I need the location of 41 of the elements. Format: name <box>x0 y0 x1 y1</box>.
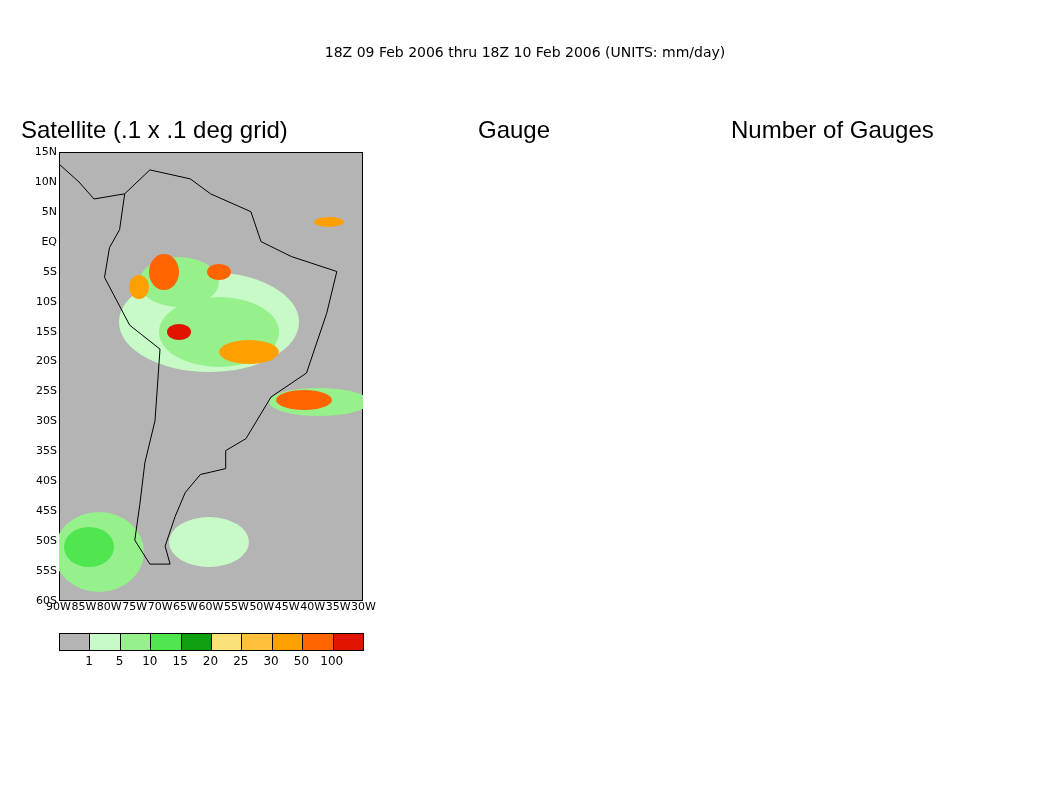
latitude-label: 35S <box>36 445 57 458</box>
latitude-label: 45S <box>36 505 57 518</box>
latitude-label: 5S <box>43 265 57 278</box>
latitude-label: 25S <box>36 385 57 398</box>
longitude-label: 35W <box>325 601 351 615</box>
longitude-label: 90W <box>46 601 71 615</box>
longitude-label: 45W <box>274 601 300 615</box>
latitude-label: 10N <box>34 175 57 188</box>
longitude-label: 50W <box>249 601 275 615</box>
latitude-label: 10S <box>36 295 57 308</box>
color-scale-label: 20 <box>201 654 220 668</box>
latitude-label: 55S <box>36 564 57 577</box>
longitude-label: 60W <box>198 601 224 615</box>
chart-title: 18Z 09 Feb 2006 thru 18Z 10 Feb 2006 (UNITS: mm/day) <box>323 44 727 60</box>
color-scale-label: 10 <box>141 654 159 668</box>
color-scale-label: 50 <box>292 654 311 668</box>
latitude-label: 15N <box>34 146 57 158</box>
color-scale-label: 5 <box>114 654 125 668</box>
color-scale-label: 100 <box>319 654 345 668</box>
longitude-label: 85W <box>71 601 97 615</box>
longitude-label: 65W <box>173 601 198 615</box>
longitude-label: 40W <box>300 601 326 615</box>
panel-heading: Satellite (.1 x .1 deg grid) <box>21 116 288 145</box>
latitude-label: 15S <box>36 325 57 338</box>
longitude-label: 55W <box>223 601 249 615</box>
color-scale-label: 1 <box>84 654 94 668</box>
longitude-label: 75W <box>122 601 148 615</box>
longitude-label: 30W <box>351 601 376 615</box>
panel-heading: Gauge <box>478 116 551 145</box>
color-scale-label: 30 <box>262 654 280 668</box>
latitude-label: 30S <box>36 415 57 428</box>
latitude-label: 5N <box>41 205 57 218</box>
longitude-label: 70W <box>147 601 173 615</box>
color-scale-label: 25 <box>232 654 250 668</box>
latitude-label: EQ <box>41 235 57 248</box>
color-scale-label: 15 <box>171 654 189 668</box>
latitude-label: 40S <box>36 475 57 488</box>
panel-heading: Number of Gauges <box>731 116 934 145</box>
longitude-label: 80W <box>96 601 122 615</box>
latitude-label: 50S <box>36 535 57 547</box>
latitude-label: 20S <box>36 355 57 368</box>
